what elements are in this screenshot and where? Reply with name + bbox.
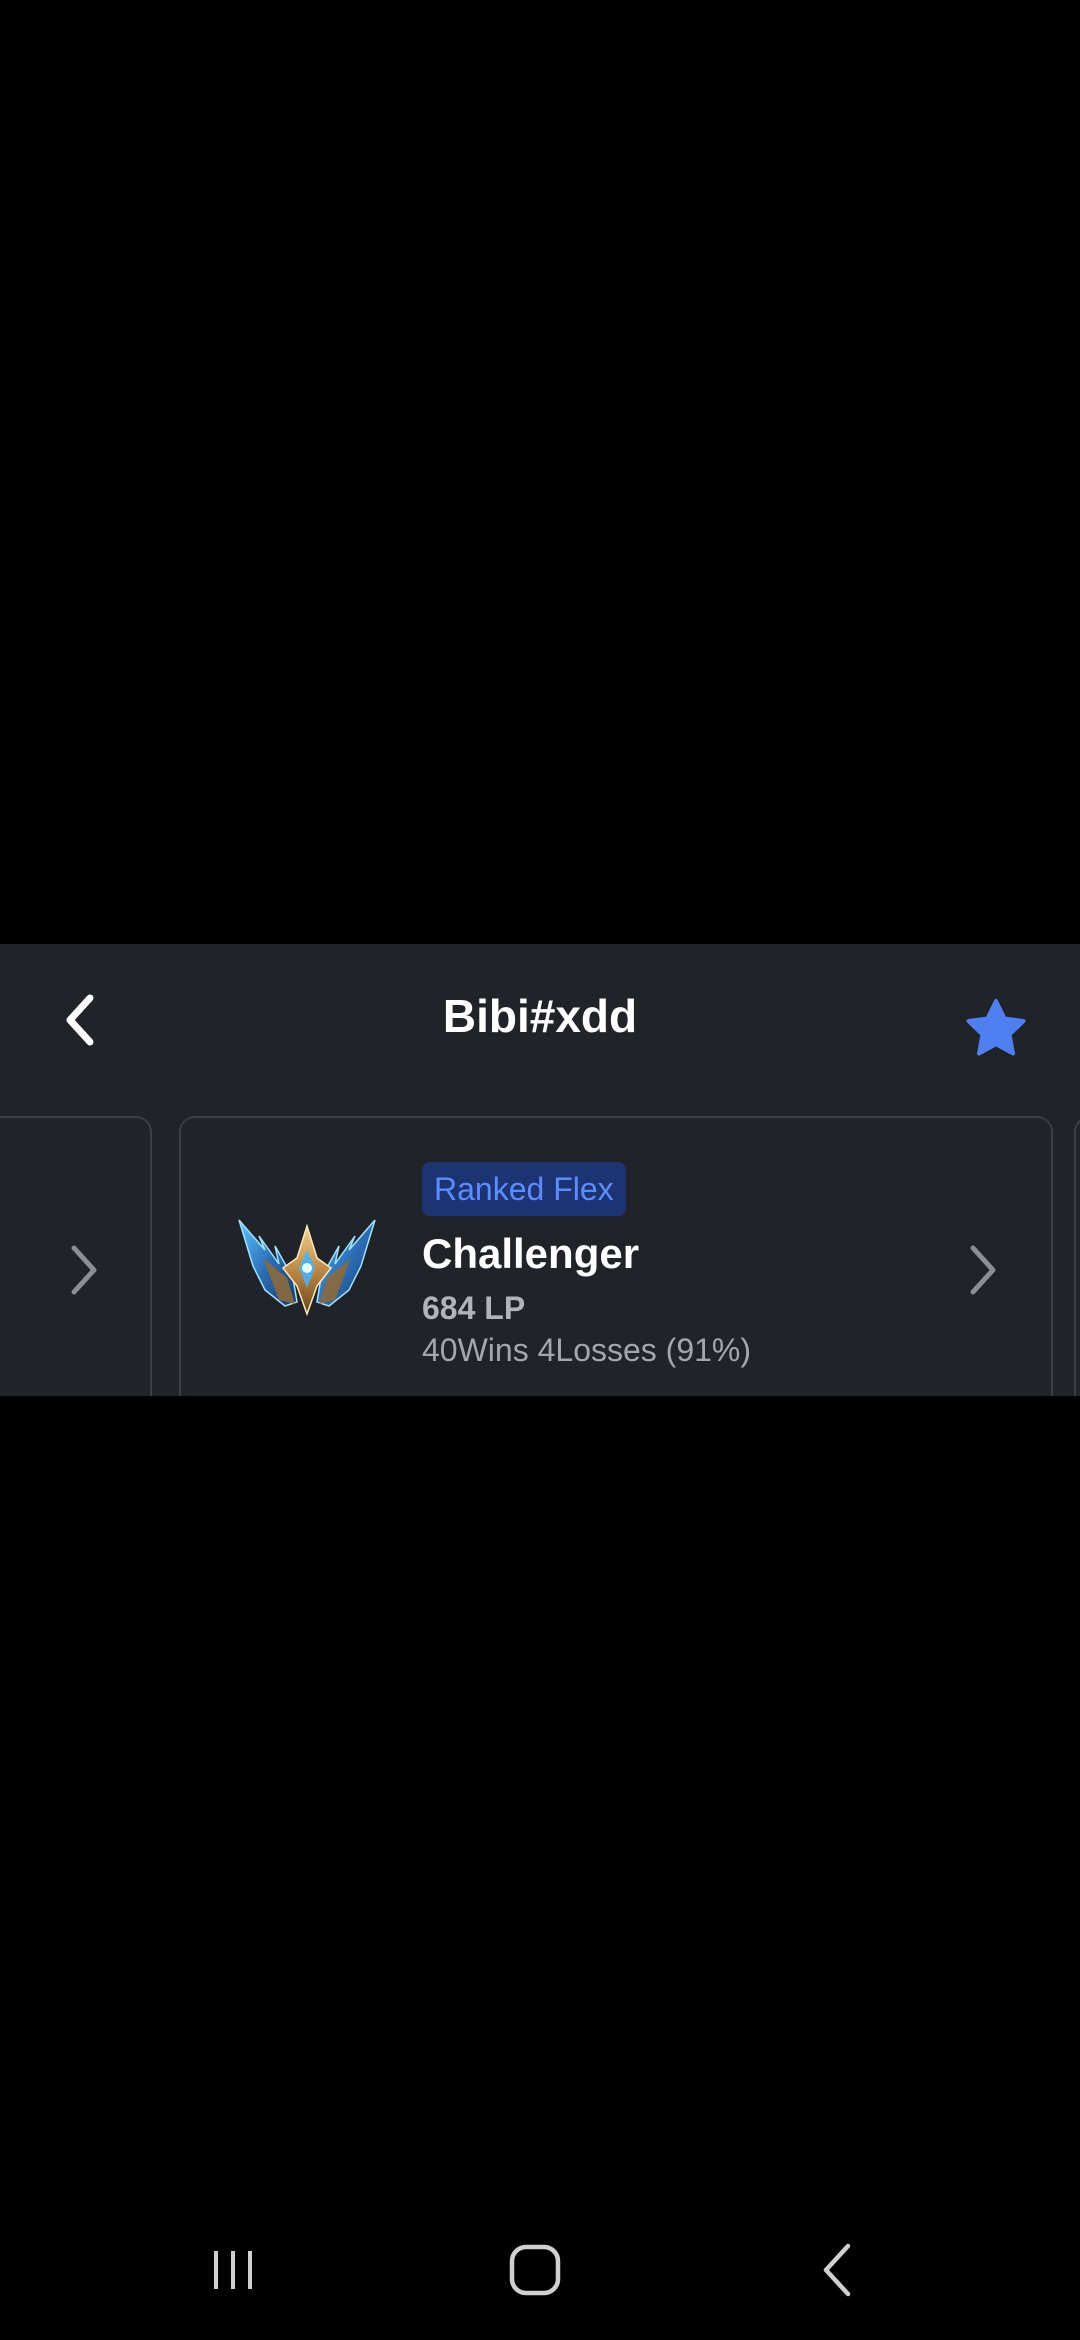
home-button[interactable] (485, 2220, 585, 2320)
back-button[interactable] (44, 984, 116, 1056)
tier-name: Challenger (422, 1230, 640, 1277)
rank-card[interactable]: Ranked Flex Challenger 684 LP 40Wins 4Lo… (179, 1116, 1053, 1396)
header-bar: Bibi#xdd (0, 944, 1080, 1114)
system-back-button[interactable] (788, 2220, 888, 2320)
previous-rank-card[interactable] (0, 1116, 152, 1396)
recents-icon (214, 2251, 252, 2289)
chevron-right-icon (970, 1245, 996, 1295)
queue-badge: Ranked Flex (422, 1162, 626, 1216)
star-icon (966, 999, 1026, 1056)
page-title: Bibi#xdd (442, 990, 638, 1042)
back-icon (823, 2243, 851, 2297)
favorite-button[interactable] (960, 992, 1032, 1064)
win-loss-record: 40Wins 4Losses (91%) (422, 1332, 752, 1368)
challenger-emblem-icon (238, 1219, 376, 1317)
home-icon (509, 2244, 561, 2296)
system-navigation-bar (0, 2200, 1080, 2340)
recents-button[interactable] (183, 2220, 283, 2320)
next-rank-card[interactable] (1074, 1116, 1080, 1396)
profile-panel: Bibi#xdd Ranked Flex Challenger 684 LP 4… (0, 944, 1080, 1396)
chevron-left-icon (66, 994, 94, 1046)
league-points: 684 LP (422, 1290, 526, 1326)
chevron-right-icon (71, 1245, 97, 1295)
